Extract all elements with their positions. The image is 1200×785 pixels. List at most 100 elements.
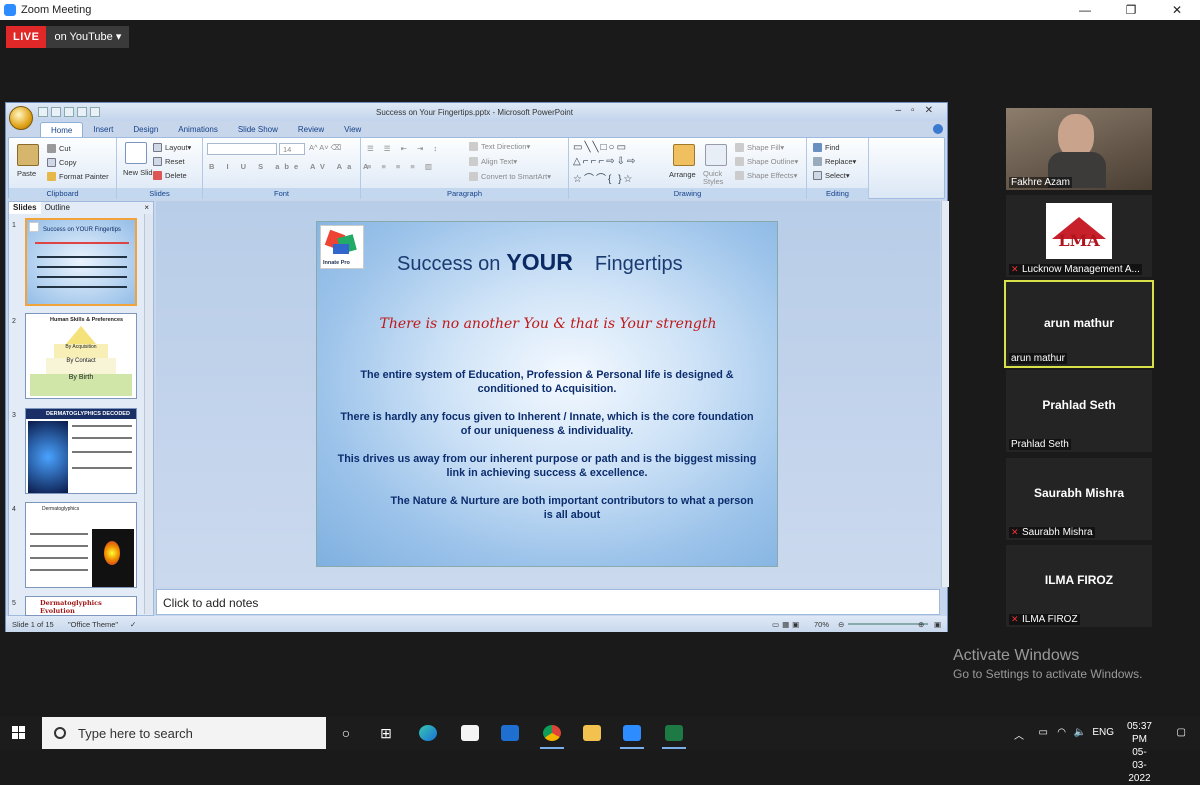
new-slide-button[interactable]: New Slide — [123, 168, 157, 177]
shapes-gallery-row3[interactable]: ☆⌒⌒{ }☆ — [573, 170, 634, 185]
shape-effects-button[interactable]: Shape Effects ▾ — [735, 171, 797, 180]
edge-icon[interactable] — [414, 720, 442, 746]
fit-window-icon[interactable]: ▣ — [934, 620, 941, 629]
drawing-group-label: Drawing — [569, 188, 806, 199]
undo-icon[interactable] — [38, 107, 48, 117]
slide-thumbnail-5[interactable]: Dermatoglyphics Evolution — [25, 596, 137, 616]
wifi-icon[interactable]: ◠ — [1057, 727, 1066, 738]
spellcheck-icon[interactable]: ✓ — [130, 620, 136, 629]
taskbar-search[interactable]: Type here to search — [42, 717, 326, 749]
layout-button[interactable]: Layout ▾ — [153, 143, 191, 152]
participant-tile-active[interactable]: arun mathur arun mathur — [1004, 280, 1154, 368]
copy-button[interactable]: Copy — [47, 158, 77, 167]
view-buttons[interactable]: ▭▦▣ — [772, 620, 802, 629]
text-direction-button[interactable]: Text Direction ▾ — [469, 142, 530, 151]
excel-icon[interactable] — [660, 720, 688, 749]
help-icon[interactable] — [933, 124, 943, 134]
slide-thumbnail-3[interactable]: DERMATOGLYPHICS DECODED — [25, 408, 137, 494]
live-stream-badge[interactable]: LIVE on YouTube ▾ — [6, 26, 130, 48]
find-button[interactable]: Find — [813, 143, 840, 152]
replace-button[interactable]: Replace ▾ — [813, 157, 856, 166]
slides-pane-scrollbar[interactable] — [144, 214, 153, 614]
participant-tile-video[interactable]: Fakhre Azam — [1006, 108, 1152, 190]
volume-icon[interactable]: 🔈 — [1074, 727, 1086, 738]
close-pane-icon[interactable]: × — [140, 202, 153, 214]
shapes-gallery[interactable]: ▭╲╲□○▭ — [573, 142, 628, 153]
arrange-icon[interactable] — [673, 144, 695, 166]
slide-thumbnail-2[interactable]: Human Skills & Preferences By Acquisitio… — [25, 313, 137, 399]
current-slide[interactable]: Innate Pro Success on YOUR Fingertips Ther… — [316, 221, 778, 567]
align-text-button[interactable]: Align Text ▾ — [469, 157, 517, 166]
shape-fill-button[interactable]: Shape Fill ▾ — [735, 143, 784, 152]
cortana-icon[interactable]: ○ — [332, 720, 360, 746]
tab-view[interactable]: View — [334, 122, 371, 137]
participant-tile[interactable]: Prahlad Seth Prahlad Seth — [1006, 370, 1152, 452]
tab-home[interactable]: Home — [40, 122, 84, 137]
open-icon[interactable] — [90, 107, 100, 117]
print-icon[interactable] — [77, 107, 87, 117]
align-buttons[interactable]: ≡ ≡ ≡ ≡ ▥ — [367, 162, 436, 171]
cut-button[interactable]: Cut — [47, 144, 71, 153]
network-icon[interactable]: ▭ — [1039, 727, 1048, 738]
delete-button[interactable]: Delete — [153, 171, 187, 180]
paste-button[interactable]: Paste — [17, 169, 36, 178]
arrange-button[interactable]: Arrange — [669, 170, 696, 179]
reset-button[interactable]: Reset — [153, 157, 185, 166]
paste-icon[interactable] — [17, 144, 39, 166]
slide-thumbnail-1[interactable]: Success on YOUR Fingertips — [25, 218, 137, 306]
tab-insert[interactable]: Insert — [83, 122, 123, 137]
notes-input[interactable]: Click to add notes — [156, 589, 940, 615]
mail-icon[interactable] — [496, 720, 524, 746]
participant-tile[interactable]: Saurabh Mishra ✕ Saurabh Mishra — [1006, 458, 1152, 540]
slide-thumbnail-4[interactable]: Dermatoglyphics — [25, 502, 137, 588]
minimize-button[interactable]: — — [1062, 0, 1108, 20]
tab-slides[interactable]: Slides — [9, 202, 41, 214]
store-icon[interactable] — [456, 720, 484, 746]
binoculars-icon — [813, 143, 822, 152]
redo-icon[interactable] — [51, 107, 61, 117]
list-buttons[interactable]: ☰ ☰ ⇤ ⇥ ↕ — [367, 144, 441, 153]
shapes-gallery-row2[interactable]: △⌐⌐⌐⇨⇩⇨ — [573, 156, 637, 167]
quick-styles-button[interactable]: Quick Styles — [703, 170, 733, 186]
chrome-icon[interactable] — [538, 720, 566, 749]
stream-target-dropdown[interactable]: on YouTube ▾ — [46, 26, 130, 48]
ppt-window-controls[interactable]: –▫✕ — [896, 105, 944, 116]
convert-smartart-button[interactable]: Convert to SmartArt ▾ — [469, 172, 551, 181]
select-button[interactable]: Select ▾ — [813, 171, 850, 180]
tray-chevron-icon[interactable]: ︿ — [1014, 727, 1024, 742]
restore-button[interactable]: ❐ — [1108, 0, 1154, 20]
participant-tile[interactable]: ILMA FIROZ ✕ ILMA FIROZ — [1006, 545, 1152, 627]
editor-scrollbar[interactable] — [941, 201, 949, 587]
language-indicator[interactable]: ENG — [1092, 727, 1114, 738]
tab-review[interactable]: Review — [288, 122, 334, 137]
file-explorer-icon[interactable] — [578, 720, 606, 746]
quick-styles-icon[interactable] — [705, 144, 727, 166]
layout-icon — [153, 143, 162, 152]
zoom-in-icon[interactable]: ⊕ — [918, 620, 924, 629]
thumbnail-number: 4 — [12, 506, 16, 513]
tab-design[interactable]: Design — [123, 122, 168, 137]
grow-font-icon[interactable]: A^ A˅ ⌫ — [309, 143, 341, 152]
notifications-icon[interactable]: ▢ — [1177, 727, 1186, 738]
zoom-out-icon[interactable]: ⊖ — [838, 620, 844, 629]
close-button[interactable]: ✕ — [1154, 0, 1200, 20]
office-button[interactable] — [9, 106, 33, 130]
save-icon[interactable] — [64, 107, 74, 117]
zoom-level[interactable]: 70% — [814, 620, 829, 629]
participant-display-name: Prahlad Seth — [1042, 398, 1116, 412]
font-size-select[interactable]: 14 — [279, 143, 305, 155]
font-name-select[interactable] — [207, 143, 277, 155]
clock[interactable]: 05:37 PM 05-03-2022 — [1127, 720, 1152, 785]
participant-tile-lma[interactable]: LMA ✕ Lucknow Management A... — [1006, 195, 1152, 277]
quick-access-toolbar[interactable] — [38, 107, 100, 117]
zoom-taskbar-icon[interactable] — [618, 720, 646, 749]
task-view-icon[interactable]: ⊞ — [372, 720, 400, 746]
shape-outline-button[interactable]: Shape Outline ▾ — [735, 157, 798, 166]
new-slide-icon[interactable] — [125, 142, 147, 164]
tab-outline[interactable]: Outline — [41, 202, 74, 214]
tab-slide-show[interactable]: Slide Show — [228, 122, 288, 137]
tab-animations[interactable]: Animations — [168, 122, 228, 137]
font-format-buttons[interactable]: B I U S abe AV Aa A — [209, 162, 373, 171]
zoom-slider[interactable] — [848, 623, 928, 625]
format-painter-button[interactable]: Format Painter — [47, 172, 109, 181]
